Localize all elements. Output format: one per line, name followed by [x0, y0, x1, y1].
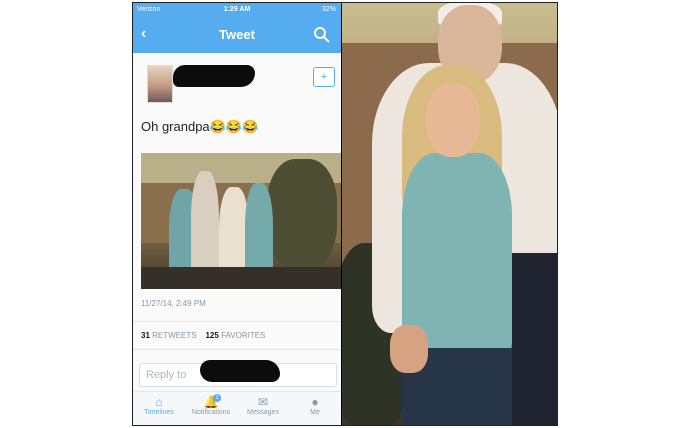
- twitter-app-screen: Verizon 1:29 AM 32% ‹ Tweet + Oh grandpa…: [133, 3, 341, 425]
- tab-bar: ⌂ Timelines 🔔 1 Notifications ✉ Messages…: [133, 391, 341, 425]
- favorite-label[interactable]: FAVORITES: [221, 331, 265, 340]
- notification-badge: 1: [213, 394, 221, 402]
- envelope-icon: ✉: [257, 395, 269, 409]
- status-bar: Verizon 1:29 AM 32%: [133, 3, 341, 17]
- tab-label: Me: [310, 409, 320, 416]
- tab-me[interactable]: ● Me: [289, 395, 341, 416]
- home-icon: ⌂: [155, 395, 163, 409]
- retweet-count[interactable]: 31: [141, 331, 150, 340]
- tweet-stats: 31 RETWEETS 125 FAVORITES: [141, 331, 265, 340]
- divider: [133, 349, 341, 350]
- clock: 1:29 AM: [223, 6, 251, 13]
- tab-notifications[interactable]: 🔔 1 Notifications: [185, 394, 237, 416]
- bell-icon: 🔔: [203, 395, 219, 409]
- avatar[interactable]: [147, 65, 173, 103]
- search-icon[interactable]: [313, 26, 331, 44]
- tab-messages[interactable]: ✉ Messages: [237, 395, 289, 416]
- tweet-text: Oh grandpa😂😂😂: [141, 119, 259, 134]
- reply-placeholder: Reply to: [146, 369, 187, 381]
- person-icon: ●: [311, 395, 319, 409]
- redacted-reply-handle: [200, 360, 280, 382]
- nav-bar: ‹ Tweet: [133, 17, 341, 53]
- follow-user-icon[interactable]: +: [313, 67, 335, 87]
- divider: [133, 321, 341, 322]
- battery-label: 32%: [321, 6, 336, 13]
- tweet-photo[interactable]: [141, 153, 341, 289]
- tab-label: Messages: [247, 409, 279, 416]
- page-title: Tweet: [219, 27, 255, 42]
- tab-label: Timelines: [144, 409, 174, 416]
- screenshot-collage: Verizon 1:29 AM 32% ‹ Tweet + Oh grandpa…: [132, 2, 558, 426]
- tab-timelines[interactable]: ⌂ Timelines: [133, 395, 185, 416]
- reply-input[interactable]: Reply to: [139, 360, 337, 387]
- tweet-timestamp: 11/27/14, 2:49 PM: [141, 299, 206, 308]
- retweet-label[interactable]: RETWEETS: [152, 331, 196, 340]
- zoomed-photo: [342, 3, 557, 425]
- redacted-username: [173, 65, 255, 87]
- favorite-count[interactable]: 125: [205, 331, 218, 340]
- tweet-header: +: [133, 53, 341, 113]
- tab-label: Notifications: [191, 409, 231, 416]
